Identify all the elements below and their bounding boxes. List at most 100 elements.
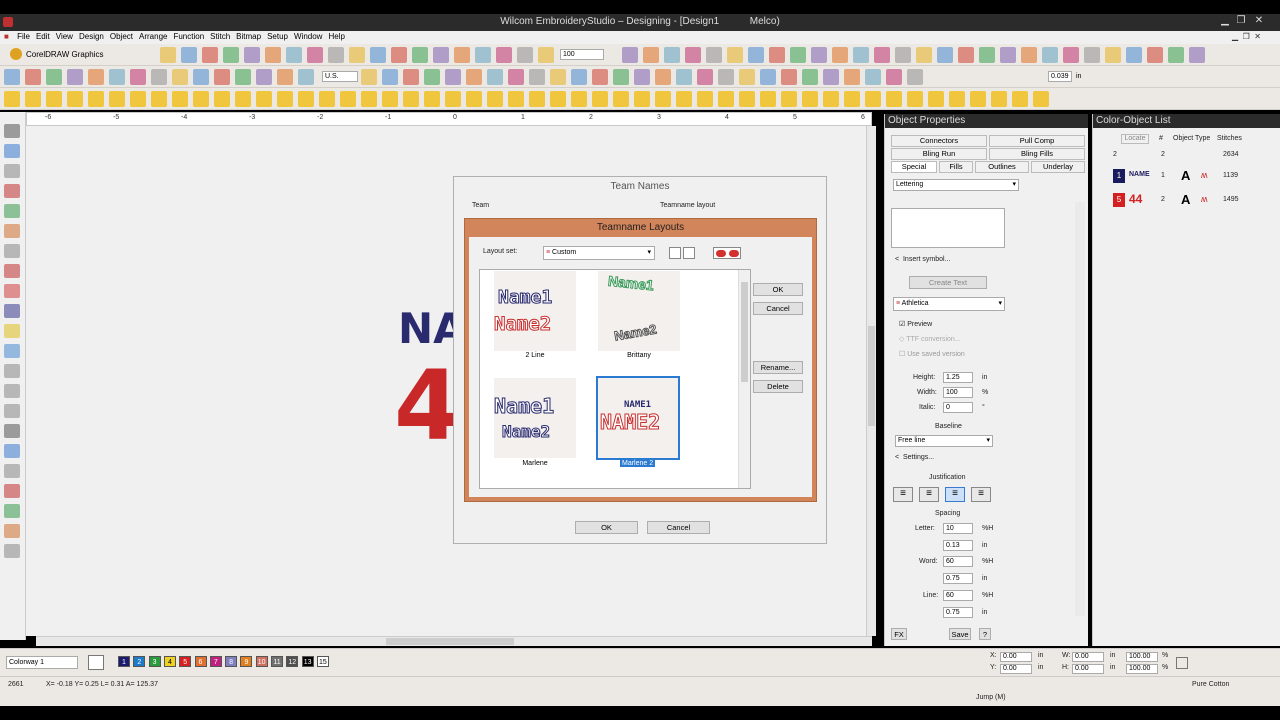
font-select[interactable]: ≡ Athletica ▾ bbox=[893, 297, 1005, 311]
layout-thumb-brittany[interactable]: Name1 Name2 bbox=[598, 271, 680, 351]
toolbar-tool-icon[interactable] bbox=[298, 69, 314, 85]
color-swatch[interactable]: 10 bbox=[255, 656, 268, 667]
toolbar-tool-icon[interactable] bbox=[151, 91, 167, 107]
toolbar-tool-icon[interactable] bbox=[811, 47, 827, 63]
toolbar-tool-icon[interactable] bbox=[1063, 47, 1079, 63]
toolbar-tool-icon[interactable] bbox=[151, 69, 167, 85]
toolbar-tool-icon[interactable] bbox=[550, 91, 566, 107]
settings-link[interactable]: < Settings... bbox=[895, 454, 934, 461]
palette-icon[interactable] bbox=[88, 655, 104, 670]
toolbar-tool-icon[interactable] bbox=[718, 91, 734, 107]
toolbar-tool-icon[interactable] bbox=[370, 47, 386, 63]
toolbar-tool-icon[interactable] bbox=[592, 91, 608, 107]
toolbox-tool-icon[interactable] bbox=[4, 384, 20, 398]
toolbar-tool-icon[interactable] bbox=[634, 91, 650, 107]
tab-underlay[interactable]: Underlay bbox=[1031, 161, 1085, 173]
toolbox-tool-icon[interactable] bbox=[4, 284, 20, 298]
toolbar-tool-icon[interactable] bbox=[391, 47, 407, 63]
toolbar-tool-icon[interactable] bbox=[286, 47, 302, 63]
toolbar-tool-icon[interactable] bbox=[613, 69, 629, 85]
toolbar-tool-icon[interactable] bbox=[193, 91, 209, 107]
toolbar-tool-icon[interactable] bbox=[508, 91, 524, 107]
toolbar-tool-icon[interactable] bbox=[517, 47, 533, 63]
menu-design[interactable]: Design bbox=[76, 31, 107, 42]
toolbar-tool-icon[interactable] bbox=[529, 69, 545, 85]
tab-bling-run[interactable]: Bling Run bbox=[891, 148, 987, 160]
toolbar-tool-icon[interactable] bbox=[361, 69, 377, 85]
layout-tools-icon[interactable] bbox=[713, 247, 741, 259]
align-right-icon[interactable]: ≡ bbox=[945, 487, 965, 502]
toolbar-tool-icon[interactable] bbox=[349, 47, 365, 63]
menu-window[interactable]: Window bbox=[291, 31, 325, 42]
toolbar-tool-icon[interactable] bbox=[202, 47, 218, 63]
w-input[interactable]: 0.00 bbox=[1072, 652, 1104, 662]
toolbar-tool-icon[interactable] bbox=[277, 91, 293, 107]
toolbar-tool-icon[interactable] bbox=[130, 69, 146, 85]
toolbar-tool-icon[interactable] bbox=[265, 47, 281, 63]
delete-button[interactable]: Delete bbox=[753, 380, 803, 393]
toolbar-tool-icon[interactable] bbox=[361, 91, 377, 107]
toolbar-tool-icon[interactable] bbox=[109, 91, 125, 107]
toolbar-tool-icon[interactable] bbox=[88, 69, 104, 85]
toolbar-tool-icon[interactable] bbox=[214, 91, 230, 107]
toolbar-tool-icon[interactable] bbox=[739, 91, 755, 107]
toolbar-tool-icon[interactable] bbox=[895, 47, 911, 63]
preview-checkbox[interactable]: ☑ Preview bbox=[899, 320, 932, 328]
menu-bitmap[interactable]: Bitmap bbox=[233, 31, 264, 42]
toolbox-tool-icon[interactable] bbox=[4, 484, 20, 498]
toolbar-tool-icon[interactable] bbox=[1126, 47, 1142, 63]
layout-set-select[interactable]: ≡ Custom ▾ bbox=[543, 246, 655, 260]
toolbar-tool-icon[interactable] bbox=[655, 69, 671, 85]
toolbar-tool-icon[interactable] bbox=[760, 69, 776, 85]
menu-object[interactable]: Object bbox=[107, 31, 136, 42]
toolbar-tool-icon[interactable] bbox=[382, 69, 398, 85]
toolbar-tool-icon[interactable] bbox=[613, 91, 629, 107]
toolbar-tool-icon[interactable] bbox=[853, 47, 869, 63]
align-left-icon[interactable]: ≡ bbox=[893, 487, 913, 502]
toolbar-tool-icon[interactable] bbox=[1000, 47, 1016, 63]
toolbar-tool-icon[interactable] bbox=[223, 47, 239, 63]
toolbar-tool-icon[interactable] bbox=[1189, 47, 1205, 63]
toolbar-tool-icon[interactable] bbox=[235, 91, 251, 107]
toolbar-tool-icon[interactable] bbox=[823, 69, 839, 85]
toolbox-tool-icon[interactable] bbox=[4, 244, 20, 258]
color-swatch[interactable]: 3 bbox=[148, 656, 161, 667]
maximize-icon[interactable]: ❐ bbox=[1234, 14, 1248, 28]
toolbox-tool-icon[interactable] bbox=[4, 404, 20, 418]
toolbar-tool-icon[interactable] bbox=[4, 69, 20, 85]
toolbar-tool-icon[interactable] bbox=[802, 91, 818, 107]
properties-scrollbar[interactable] bbox=[1075, 202, 1085, 616]
color-swatch[interactable]: 1 bbox=[118, 656, 130, 667]
line-input[interactable]: 60 bbox=[943, 590, 973, 601]
team-ok-button[interactable]: OK bbox=[575, 521, 638, 534]
toolbar-tool-icon[interactable] bbox=[592, 69, 608, 85]
color-swatch[interactable]: 8 bbox=[225, 656, 238, 667]
toolbar-tool-icon[interactable] bbox=[487, 69, 503, 85]
grid-view-icon[interactable] bbox=[669, 247, 681, 259]
menu-view[interactable]: View bbox=[53, 31, 76, 42]
layout-thumb-marlene2-selected[interactable]: NAME1 NAME2 bbox=[596, 376, 680, 460]
toolbar-tool-icon[interactable] bbox=[256, 91, 272, 107]
toolbar-tool-icon[interactable] bbox=[958, 47, 974, 63]
height-input[interactable]: 1.25 bbox=[943, 372, 973, 383]
toolbar-tool-icon[interactable] bbox=[181, 47, 197, 63]
color-swatch[interactable]: 12 bbox=[286, 656, 299, 667]
create-text-button[interactable]: Create Text bbox=[909, 276, 987, 289]
toolbar-tool-icon[interactable] bbox=[655, 91, 671, 107]
toolbox-tool-icon[interactable] bbox=[4, 324, 20, 338]
toolbar-tool-icon[interactable] bbox=[46, 69, 62, 85]
y-input[interactable]: 0.00 bbox=[1000, 664, 1032, 674]
layout-thumb-marlene[interactable]: Name1 Name2 bbox=[493, 378, 576, 458]
list-view-icon[interactable] bbox=[683, 247, 695, 259]
toolbar-tool-icon[interactable] bbox=[4, 91, 20, 107]
letter-input[interactable]: 10 bbox=[943, 523, 973, 534]
toolbar-tool-icon[interactable] bbox=[487, 91, 503, 107]
zoom-input[interactable]: 100 bbox=[560, 49, 604, 60]
toolbar-tool-icon[interactable] bbox=[874, 47, 890, 63]
toolbar-tool-icon[interactable] bbox=[433, 47, 449, 63]
scroll-thumb[interactable] bbox=[741, 282, 748, 382]
menu-file[interactable]: File bbox=[14, 31, 33, 42]
toolbar-tool-icon[interactable] bbox=[907, 69, 923, 85]
toolbox-tool-icon[interactable] bbox=[4, 124, 20, 138]
toolbar-tool-icon[interactable] bbox=[424, 69, 440, 85]
